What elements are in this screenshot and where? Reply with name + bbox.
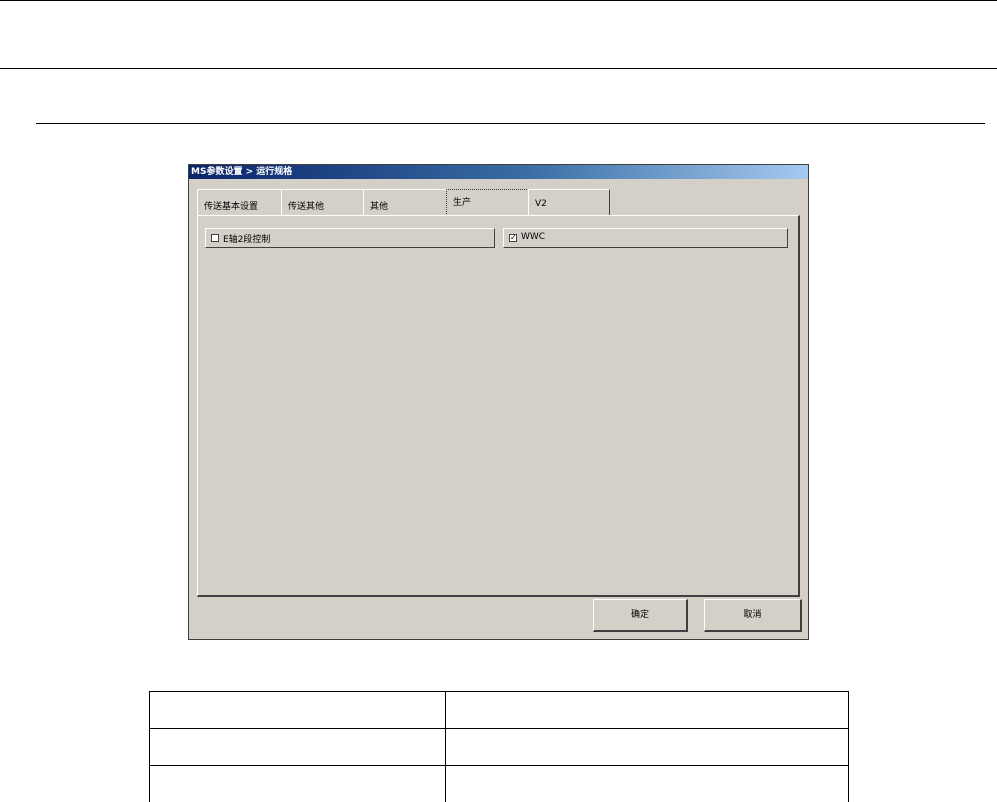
tab-v2[interactable]: V2 <box>528 189 610 216</box>
tab-label: 传送其他 <box>288 202 325 212</box>
table-row <box>149 765 849 802</box>
table-cell <box>149 691 446 729</box>
table-cell <box>149 728 446 766</box>
tab-label: 生产 <box>453 198 472 208</box>
header-rule <box>0 68 997 69</box>
tab-label: V2 <box>535 199 547 209</box>
settings-dialog-screenshot: MS参数设置 > 运行规格 传送基本设置 传送其他 其他 生产 V2 E轴2段控… <box>188 164 809 640</box>
table-row <box>149 728 849 766</box>
table-cell <box>445 765 849 802</box>
option-e-axis-2-stage[interactable]: E轴2段控制 <box>205 228 495 248</box>
tab-panel: E轴2段控制 ✓ WWC <box>197 215 800 597</box>
table-cell <box>445 691 849 729</box>
section-rule <box>36 123 985 124</box>
empty-table <box>149 691 849 802</box>
checkbox-wwc[interactable]: ✓ <box>509 234 517 242</box>
table-cell <box>149 765 446 802</box>
tab-other[interactable]: 其他 <box>363 189 447 216</box>
option-wwc[interactable]: ✓ WWC <box>503 228 788 248</box>
tab-transfer-basic[interactable]: 传送基本设置 <box>197 189 282 216</box>
table-cell <box>445 728 849 766</box>
option-label: WWC <box>521 232 546 242</box>
document-page: MS参数设置 > 运行规格 传送基本设置 传送其他 其他 生产 V2 E轴2段控… <box>0 0 997 802</box>
option-label: E轴2段控制 <box>223 235 271 245</box>
table-row <box>149 691 849 729</box>
tab-label: 其他 <box>370 202 389 212</box>
ok-button[interactable]: 确定 <box>593 599 688 632</box>
tab-transfer-other[interactable]: 传送其他 <box>281 189 364 216</box>
tab-label: 传送基本设置 <box>204 202 259 212</box>
cancel-button[interactable]: 取消 <box>704 599 802 632</box>
top-rule <box>0 0 997 1</box>
checkbox-e-axis-2-stage[interactable] <box>211 234 219 242</box>
dialog-title: MS参数设置 > 运行规格 <box>189 165 808 179</box>
tab-production[interactable]: 生产 <box>446 189 529 216</box>
